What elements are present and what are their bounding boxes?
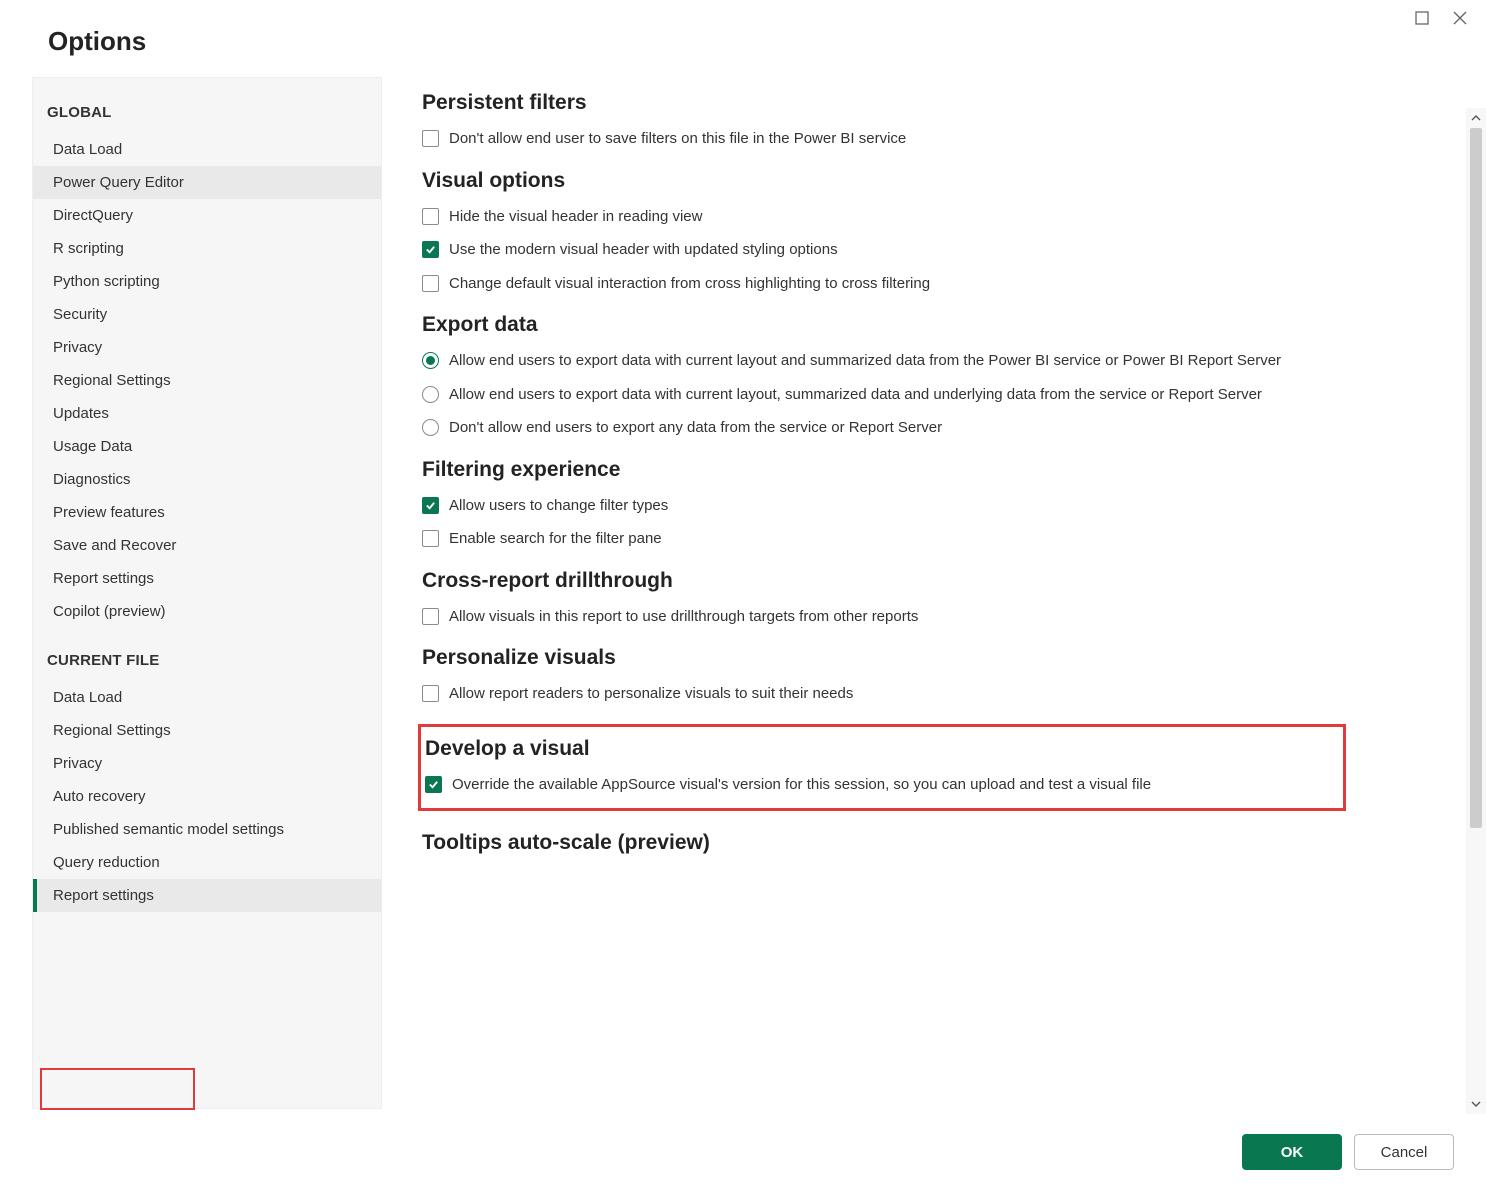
sidebar-item-report-settings-global[interactable]: Report settings	[33, 562, 381, 595]
maximize-button[interactable]	[1410, 6, 1434, 30]
radio-export-summarized[interactable]	[422, 352, 439, 369]
section-title-personalize: Personalize visuals	[422, 646, 1396, 670]
sidebar-item-cf-published[interactable]: Published semantic model settings	[33, 813, 381, 846]
cancel-button[interactable]: Cancel	[1354, 1134, 1454, 1170]
sidebar-item-security[interactable]: Security	[33, 298, 381, 331]
label-export-underlying: Allow end users to export data with curr…	[449, 385, 1262, 405]
label-export-none: Don't allow end users to export any data…	[449, 418, 942, 438]
sidebar-item-python-scripting[interactable]: Python scripting	[33, 265, 381, 298]
sidebar-item-cf-privacy[interactable]: Privacy	[33, 747, 381, 780]
sidebar-heading-current: CURRENT FILE	[33, 642, 381, 681]
sidebar-item-cf-data-load[interactable]: Data Load	[33, 681, 381, 714]
section-title-visual: Visual options	[422, 169, 1396, 193]
sidebar-item-r-scripting[interactable]: R scripting	[33, 232, 381, 265]
close-button[interactable]	[1448, 6, 1472, 30]
sidebar-item-usage-data[interactable]: Usage Data	[33, 430, 381, 463]
section-title-crossreport: Cross-report drillthrough	[422, 569, 1396, 593]
checkbox-visual-modern-header[interactable]	[422, 241, 439, 258]
label-visual-modern-header: Use the modern visual header with update…	[449, 240, 838, 260]
checkbox-visual-cross-filter[interactable]	[422, 275, 439, 292]
scroll-up-icon[interactable]	[1466, 108, 1486, 128]
sidebar-item-copilot-preview[interactable]: Copilot (preview)	[33, 595, 381, 628]
radio-export-underlying[interactable]	[422, 386, 439, 403]
section-title-develop: Develop a visual	[421, 737, 1333, 761]
label-export-summarized: Allow end users to export data with curr…	[449, 351, 1281, 371]
checkbox-develop-override[interactable]	[425, 776, 442, 793]
checkbox-filter-types[interactable]	[422, 497, 439, 514]
highlight-annotation-develop: Develop a visual Override the available …	[418, 724, 1346, 812]
scrollbar-thumb[interactable]	[1470, 128, 1482, 828]
label-crossreport-drill: Allow visuals in this report to use dril…	[449, 607, 918, 627]
sidebar-item-regional-settings[interactable]: Regional Settings	[33, 364, 381, 397]
sidebar-item-save-recover[interactable]: Save and Recover	[33, 529, 381, 562]
checkbox-crossreport-drill[interactable]	[422, 608, 439, 625]
sidebar-item-cf-regional[interactable]: Regional Settings	[33, 714, 381, 747]
label-personalize: Allow report readers to personalize visu…	[449, 684, 853, 704]
checkbox-visual-hide-header[interactable]	[422, 208, 439, 225]
scrollbar[interactable]	[1466, 108, 1486, 1114]
label-filter-types: Allow users to change filter types	[449, 496, 668, 516]
checkbox-persistent-dont-allow[interactable]	[422, 130, 439, 147]
sidebar-item-power-query-editor[interactable]: Power Query Editor	[33, 166, 381, 199]
label-persistent-dont-allow: Don't allow end user to save filters on …	[449, 129, 906, 149]
sidebar-item-directquery[interactable]: DirectQuery	[33, 199, 381, 232]
checkbox-personalize[interactable]	[422, 685, 439, 702]
ok-button[interactable]: OK	[1242, 1134, 1342, 1170]
scroll-down-icon[interactable]	[1466, 1094, 1486, 1114]
label-visual-hide-header: Hide the visual header in reading view	[449, 207, 702, 227]
sidebar-item-cf-auto-recovery[interactable]: Auto recovery	[33, 780, 381, 813]
sidebar-item-data-load[interactable]: Data Load	[33, 133, 381, 166]
label-visual-cross-filter: Change default visual interaction from c…	[449, 274, 930, 294]
sidebar-item-cf-query-reduction[interactable]: Query reduction	[33, 846, 381, 879]
sidebar-item-privacy[interactable]: Privacy	[33, 331, 381, 364]
radio-export-none[interactable]	[422, 419, 439, 436]
section-title-tooltips: Tooltips auto-scale (preview)	[422, 831, 1396, 855]
checkbox-filter-search[interactable]	[422, 530, 439, 547]
sidebar-item-updates[interactable]: Updates	[33, 397, 381, 430]
sidebar-item-preview-features[interactable]: Preview features	[33, 496, 381, 529]
label-develop-override: Override the available AppSource visual'…	[452, 775, 1151, 795]
dialog-title: Options	[0, 0, 1486, 77]
sidebar-item-diagnostics[interactable]: Diagnostics	[33, 463, 381, 496]
label-filter-search: Enable search for the filter pane	[449, 529, 662, 549]
sidebar-heading-global: GLOBAL	[33, 94, 381, 133]
section-title-export: Export data	[422, 313, 1396, 337]
section-title-persistent: Persistent filters	[422, 91, 1396, 115]
sidebar-item-cf-report-settings[interactable]: Report settings	[33, 879, 381, 912]
content-area: Persistent filters Don't allow end user …	[382, 77, 1486, 1187]
section-title-filtering: Filtering experience	[422, 458, 1396, 482]
sidebar: GLOBAL Data Load Power Query Editor Dire…	[32, 77, 382, 1109]
